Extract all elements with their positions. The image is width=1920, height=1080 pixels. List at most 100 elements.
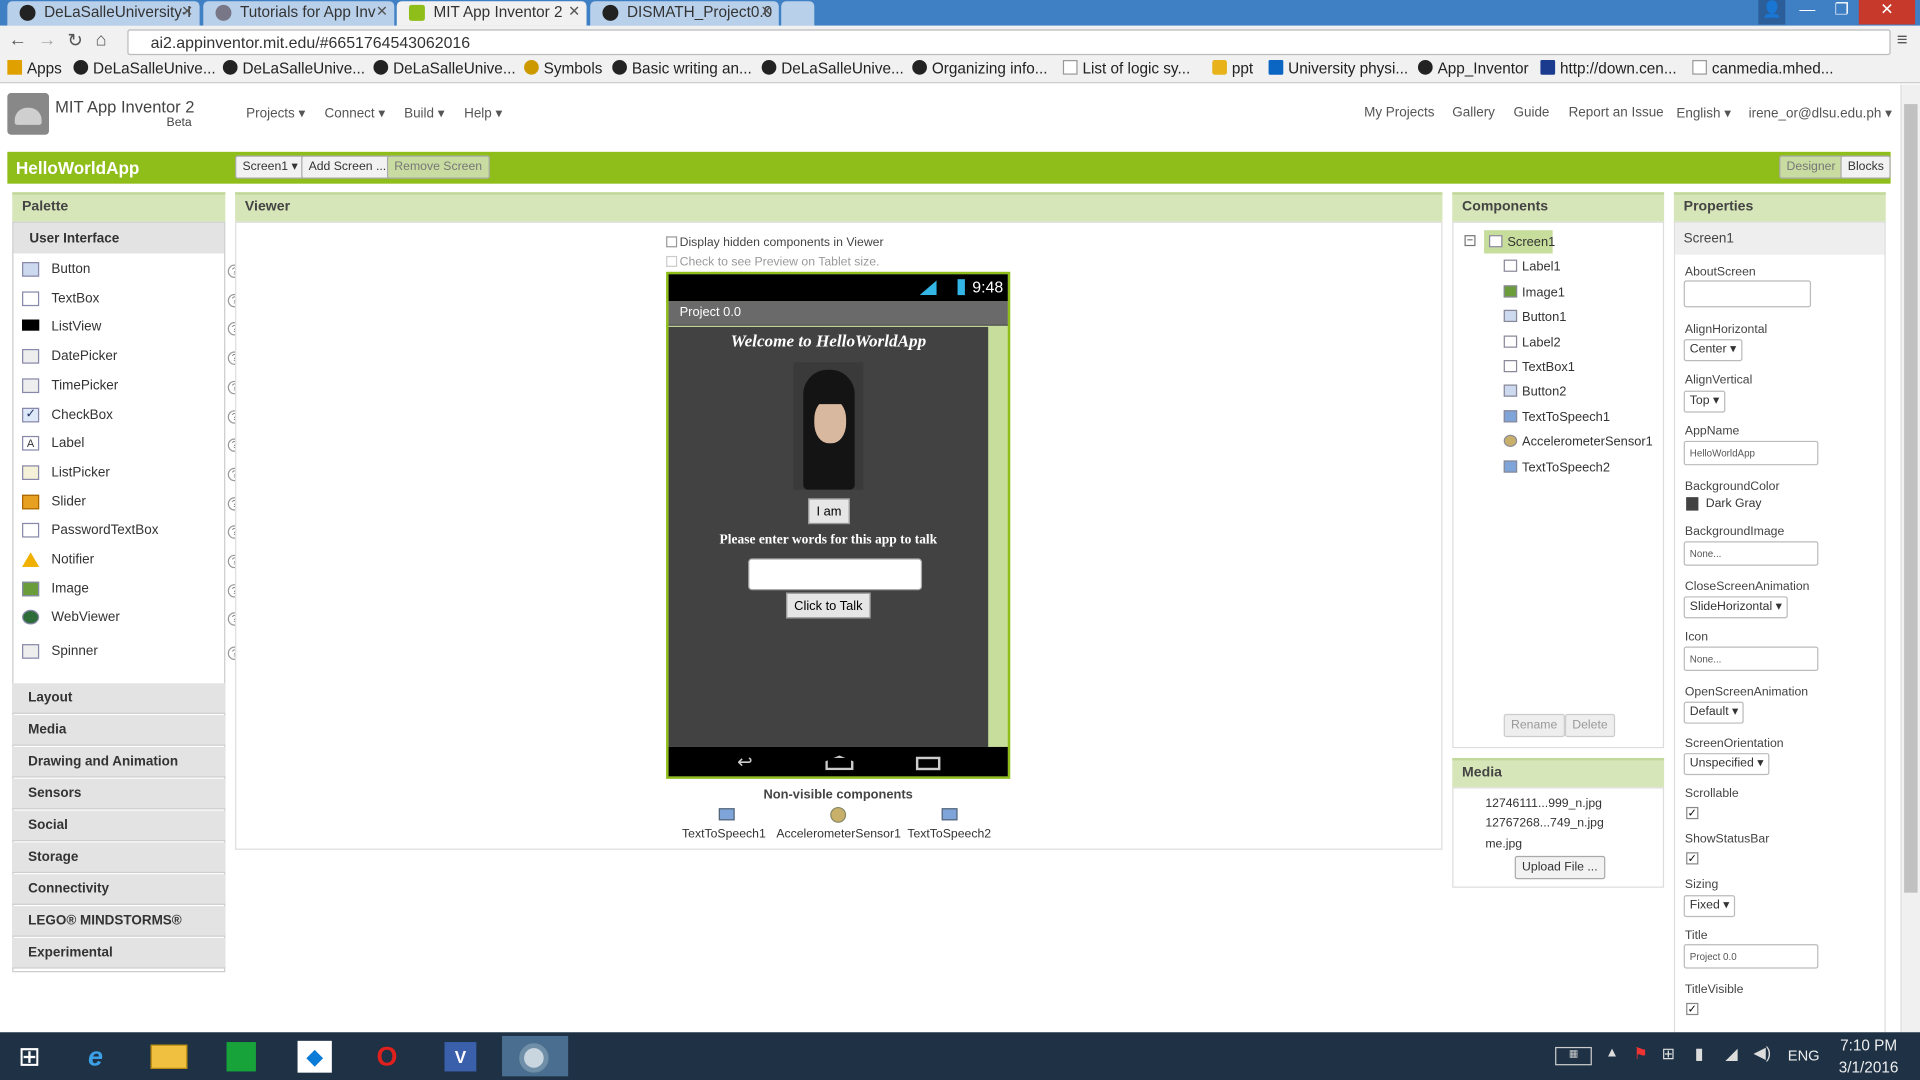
- palette-item-image[interactable]: Image?: [22, 578, 242, 602]
- palette-item-checkbox[interactable]: ✓CheckBox?: [22, 404, 242, 428]
- label2-instructions[interactable]: Please enter words for this app to talk: [669, 533, 989, 548]
- link-gallery[interactable]: Gallery: [1452, 105, 1495, 120]
- prop-alignv-dropdown[interactable]: Top ▾: [1683, 390, 1726, 413]
- bookmark-item[interactable]: canmedia.mhed...: [1692, 60, 1834, 77]
- upload-file-button[interactable]: Upload File ...: [1514, 855, 1605, 880]
- clock-time[interactable]: 7:10 PM: [1833, 1037, 1904, 1054]
- tree-item-image1[interactable]: Image1: [1503, 285, 1565, 300]
- browser-tab-active[interactable]: MIT App Inventor 2 ✕: [396, 1, 587, 26]
- chrome-menu-icon[interactable]: ≡: [1897, 29, 1908, 50]
- clock-date[interactable]: 3/1/2016: [1833, 1059, 1904, 1076]
- palette-item-label[interactable]: ALabel?: [22, 432, 242, 456]
- close-tab-icon[interactable]: ✕: [376, 2, 388, 19]
- bookmark-item[interactable]: University physi...: [1268, 60, 1408, 77]
- label1-welcome[interactable]: Welcome to HelloWorldApp: [669, 333, 989, 353]
- palette-item-webviewer[interactable]: WebViewer?: [22, 606, 242, 630]
- palette-item-listview[interactable]: ListView?: [22, 316, 242, 340]
- tree-item-textbox1[interactable]: TextBox1: [1503, 360, 1575, 375]
- hidden-components-checkbox[interactable]: [666, 236, 678, 248]
- action-center-icon[interactable]: ⚑: [1633, 1044, 1647, 1064]
- show-hidden-icons[interactable]: ▲: [1605, 1046, 1618, 1061]
- bookmark-item[interactable]: http://down.cen...: [1540, 60, 1677, 77]
- forward-arrow-icon[interactable]: →: [38, 29, 56, 50]
- media-file[interactable]: 12746111...999_n.jpg: [1485, 797, 1602, 810]
- prop-bgcolor-value[interactable]: Dark Gray: [1706, 497, 1762, 510]
- prop-bgimage-input[interactable]: None...: [1683, 541, 1819, 566]
- image1-photo[interactable]: [793, 362, 864, 490]
- file-explorer-icon[interactable]: [147, 1036, 191, 1076]
- opera-icon[interactable]: O: [365, 1036, 409, 1076]
- store-icon[interactable]: [219, 1036, 263, 1076]
- nonvisible-tts2[interactable]: TextToSpeech2: [907, 828, 991, 841]
- input-language[interactable]: ENG: [1788, 1047, 1820, 1064]
- prop-about-input[interactable]: [1683, 280, 1812, 308]
- palette-item-notifier[interactable]: Notifier?: [22, 549, 242, 573]
- tablet-preview-checkbox[interactable]: [666, 255, 678, 267]
- remove-screen-button[interactable]: Remove Screen: [386, 155, 490, 179]
- prop-sizing-dropdown[interactable]: Fixed ▾: [1683, 895, 1736, 918]
- palette-category-connectivity[interactable]: Connectivity: [12, 874, 226, 905]
- palette-item-spinner[interactable]: Spinner?: [22, 640, 242, 664]
- tree-item-tts2[interactable]: TextToSpeech2: [1503, 460, 1610, 475]
- collapse-tree-icon[interactable]: −: [1464, 234, 1476, 247]
- palette-category-lego[interactable]: LEGO® MINDSTORMS®: [12, 906, 226, 937]
- keyboard-icon[interactable]: ▦: [1555, 1046, 1592, 1066]
- blocks-button[interactable]: Blocks: [1840, 155, 1892, 179]
- palette-category-sensors[interactable]: Sensors: [12, 778, 226, 810]
- close-tab-icon[interactable]: ✕: [760, 2, 772, 19]
- tree-item-button2[interactable]: Button2: [1503, 384, 1566, 399]
- user-profile-icon[interactable]: 👤: [1758, 0, 1786, 25]
- prop-titlevisible-checkbox[interactable]: ✓: [1686, 1002, 1699, 1016]
- start-windows-icon[interactable]: ⊞: [7, 1036, 51, 1076]
- rename-button[interactable]: Rename: [1503, 713, 1565, 738]
- scrollbar-thumb[interactable]: [1904, 104, 1918, 893]
- prop-orientation-dropdown[interactable]: Unspecified ▾: [1683, 753, 1770, 776]
- palette-category-storage[interactable]: Storage: [12, 842, 226, 874]
- bookmark-item[interactable]: DeLaSalleUnive...: [373, 60, 516, 77]
- bookmark-item[interactable]: List of logic sy...: [1062, 60, 1190, 77]
- button2-click-to-talk[interactable]: Click to Talk: [786, 592, 871, 619]
- reload-icon[interactable]: ↻: [67, 29, 82, 52]
- bookmark-item[interactable]: ppt: [1212, 60, 1253, 77]
- textbox1-input[interactable]: [748, 558, 923, 591]
- palette-category-layout[interactable]: Layout: [12, 683, 226, 714]
- menu-help[interactable]: Help ▾: [464, 105, 502, 122]
- page-scrollbar[interactable]: [1900, 84, 1920, 1033]
- palette-category-social[interactable]: Social: [12, 810, 226, 842]
- browser-tab[interactable]: Tutorials for App Inv ✕: [203, 1, 395, 26]
- menu-build[interactable]: Build ▾: [404, 105, 444, 122]
- prop-alignh-dropdown[interactable]: Center ▾: [1683, 339, 1743, 362]
- designer-button[interactable]: Designer: [1779, 155, 1843, 179]
- media-file[interactable]: 12767268...749_n.jpg: [1485, 817, 1603, 830]
- new-tab-button[interactable]: [781, 1, 815, 26]
- close-window-icon[interactable]: ✕: [1858, 0, 1916, 25]
- chrome-taskbar-icon[interactable]: [502, 1035, 569, 1077]
- browser-tab[interactable]: DeLaSalleUniversity-I ✕: [7, 1, 200, 26]
- bookmark-item[interactable]: Apps: [7, 60, 62, 77]
- bookmark-item[interactable]: DeLaSalleUnive...: [761, 60, 904, 77]
- account-dropdown[interactable]: irene_or@dlsu.edu.ph ▾: [1749, 105, 1892, 122]
- maximize-icon[interactable]: ❐: [1825, 0, 1859, 24]
- palette-category-user-interface[interactable]: User Interface: [13, 222, 225, 254]
- prop-closeanim-dropdown[interactable]: SlideHorizontal ▾: [1683, 596, 1788, 619]
- screen-select[interactable]: Screen1 ▾: [235, 155, 305, 179]
- media-file[interactable]: me.jpg: [1485, 838, 1522, 851]
- prop-icon-input[interactable]: None...: [1683, 646, 1819, 672]
- palette-item-datepicker[interactable]: DatePicker?: [22, 345, 242, 369]
- bookmark-item[interactable]: Organizing info...: [912, 60, 1048, 77]
- prop-scrollable-checkbox[interactable]: ✓: [1686, 806, 1699, 820]
- bookmark-item[interactable]: Basic writing an...: [612, 60, 752, 77]
- color-swatch[interactable]: [1686, 497, 1699, 511]
- add-screen-button[interactable]: Add Screen ...: [301, 155, 394, 179]
- palette-item-passwordtextbox[interactable]: PasswordTextBox?: [22, 519, 242, 543]
- nonvisible-tts1[interactable]: TextToSpeech1: [682, 828, 766, 841]
- prop-statusbar-checkbox[interactable]: ✓: [1686, 852, 1699, 865]
- palette-category-experimental[interactable]: Experimental: [12, 937, 226, 969]
- visio-icon[interactable]: V: [438, 1036, 482, 1076]
- internet-explorer-icon[interactable]: e: [73, 1036, 117, 1076]
- prop-openanim-dropdown[interactable]: Default ▾: [1683, 701, 1745, 724]
- tree-item-tts1[interactable]: TextToSpeech1: [1503, 410, 1610, 425]
- palette-category-drawing[interactable]: Drawing and Animation: [12, 746, 226, 778]
- link-report-issue[interactable]: Report an Issue: [1569, 105, 1664, 120]
- network-tray-icon[interactable]: ◢: [1725, 1044, 1737, 1064]
